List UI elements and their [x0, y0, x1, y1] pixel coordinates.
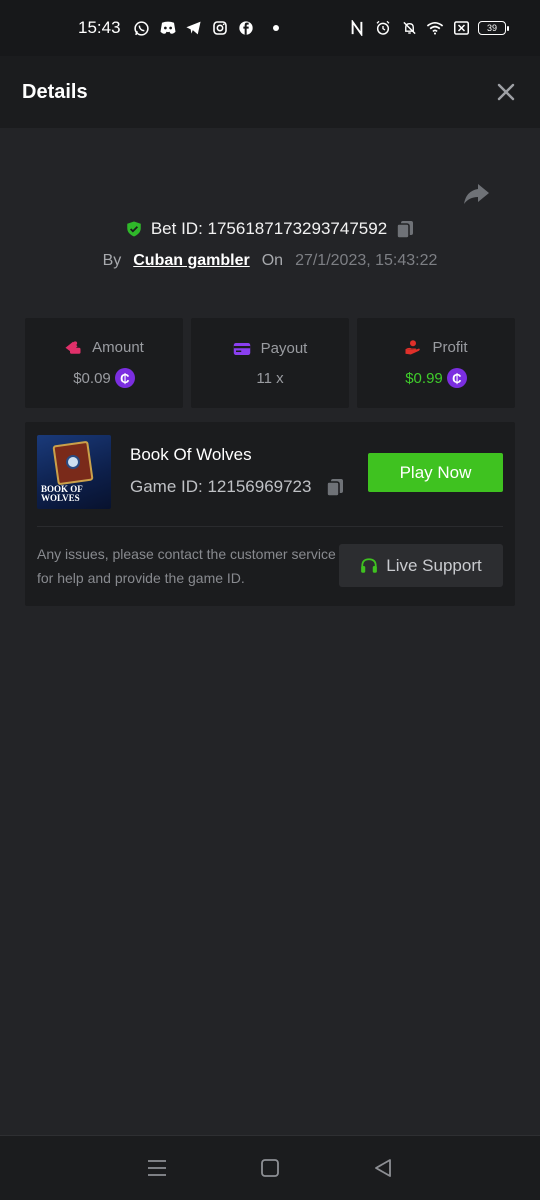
- game-thumbnail[interactable]: BOOK OF WOLVES: [37, 435, 111, 509]
- game-card: BOOK OF WOLVES Book Of Wolves Game ID: 1…: [25, 422, 515, 606]
- status-bar: 15:43 39: [0, 0, 540, 56]
- system-nav-bar: [0, 1135, 540, 1200]
- headset-icon: [360, 557, 378, 575]
- system-icons: 39: [348, 19, 509, 37]
- share-button[interactable]: [461, 178, 491, 208]
- more-notifications-dot: [272, 25, 279, 31]
- alarm-icon: [374, 19, 392, 37]
- page-title: Details: [22, 80, 88, 103]
- copy-bet-id-button[interactable]: [395, 219, 415, 239]
- recent-apps-button[interactable]: [142, 1153, 172, 1183]
- amount-icon: [64, 338, 82, 356]
- stat-profit: Profit $0.99 ₵: [357, 318, 515, 408]
- live-support-label: Live Support: [386, 555, 482, 575]
- game-id: Game ID: 12156969723: [130, 477, 312, 496]
- close-button[interactable]: [494, 80, 518, 104]
- play-now-button[interactable]: Play Now: [368, 453, 503, 492]
- facebook-icon: [237, 19, 255, 37]
- support-hint: Any issues, please contact the customer …: [37, 546, 336, 586]
- stat-amount: Amount $0.09 ₵: [25, 318, 183, 408]
- share-icon: [464, 184, 489, 204]
- instagram-icon: [211, 19, 229, 37]
- amount-value: $0.09: [73, 369, 111, 387]
- profit-label: Profit: [432, 338, 468, 356]
- eye-graphic: [66, 455, 80, 469]
- shield-check-icon: [125, 220, 143, 238]
- copy-icon: [326, 479, 344, 497]
- user-link[interactable]: Cuban gambler: [133, 252, 249, 270]
- coin-icon: ₵: [446, 368, 467, 388]
- copy-game-id-button[interactable]: [325, 477, 345, 497]
- bet-date: 27/1/2023, 15:43:22: [295, 252, 438, 269]
- payout-label: Payout: [260, 340, 308, 357]
- menu-icon: [147, 1160, 166, 1176]
- live-support-button[interactable]: Live Support: [339, 544, 503, 587]
- by-label: By: [102, 252, 122, 269]
- bet-id-row: Bet ID: 1756187173293747592: [0, 214, 540, 244]
- details-header: Details: [0, 56, 540, 128]
- game-id-row: Game ID: 12156969723: [130, 477, 345, 497]
- payout-value: 11 x: [256, 369, 284, 387]
- mute-icon: [400, 19, 418, 37]
- coin-icon: ₵: [114, 368, 135, 388]
- bet-stats: Amount $0.09 ₵ Payout 11 x Profit $0.99 …: [25, 318, 515, 408]
- bet-meta-row: By Cuban gambler On 27/1/2023, 15:43:22: [0, 247, 540, 275]
- back-triangle-icon: [375, 1159, 392, 1177]
- home-button[interactable]: [255, 1153, 285, 1183]
- nfc-icon: [348, 19, 366, 37]
- divider: [37, 526, 503, 527]
- bet-id: Bet ID: 1756187173293747592: [150, 219, 388, 238]
- whatsapp-icon: [133, 19, 151, 37]
- game-name: Book Of Wolves: [130, 445, 252, 464]
- card-icon: [233, 340, 251, 358]
- battery-indicator: 39: [478, 21, 509, 35]
- copy-icon: [396, 221, 414, 239]
- status-time: 15:43: [78, 18, 121, 37]
- game-logo-text: BOOK OF WOLVES: [41, 484, 83, 503]
- stat-payout: Payout 11 x: [191, 318, 349, 408]
- telegram-icon: [185, 19, 203, 37]
- profit-value: $0.99: [405, 369, 443, 387]
- on-label: On: [261, 252, 284, 269]
- notification-icons: [133, 19, 279, 37]
- amount-label: Amount: [92, 338, 144, 356]
- home-square-icon: [261, 1159, 279, 1177]
- wifi-icon: [426, 19, 444, 37]
- no-sim-icon: [452, 19, 470, 37]
- back-button[interactable]: [368, 1153, 398, 1183]
- profit-hand-icon: [404, 338, 422, 356]
- close-icon: [497, 83, 515, 101]
- discord-icon: [159, 19, 177, 37]
